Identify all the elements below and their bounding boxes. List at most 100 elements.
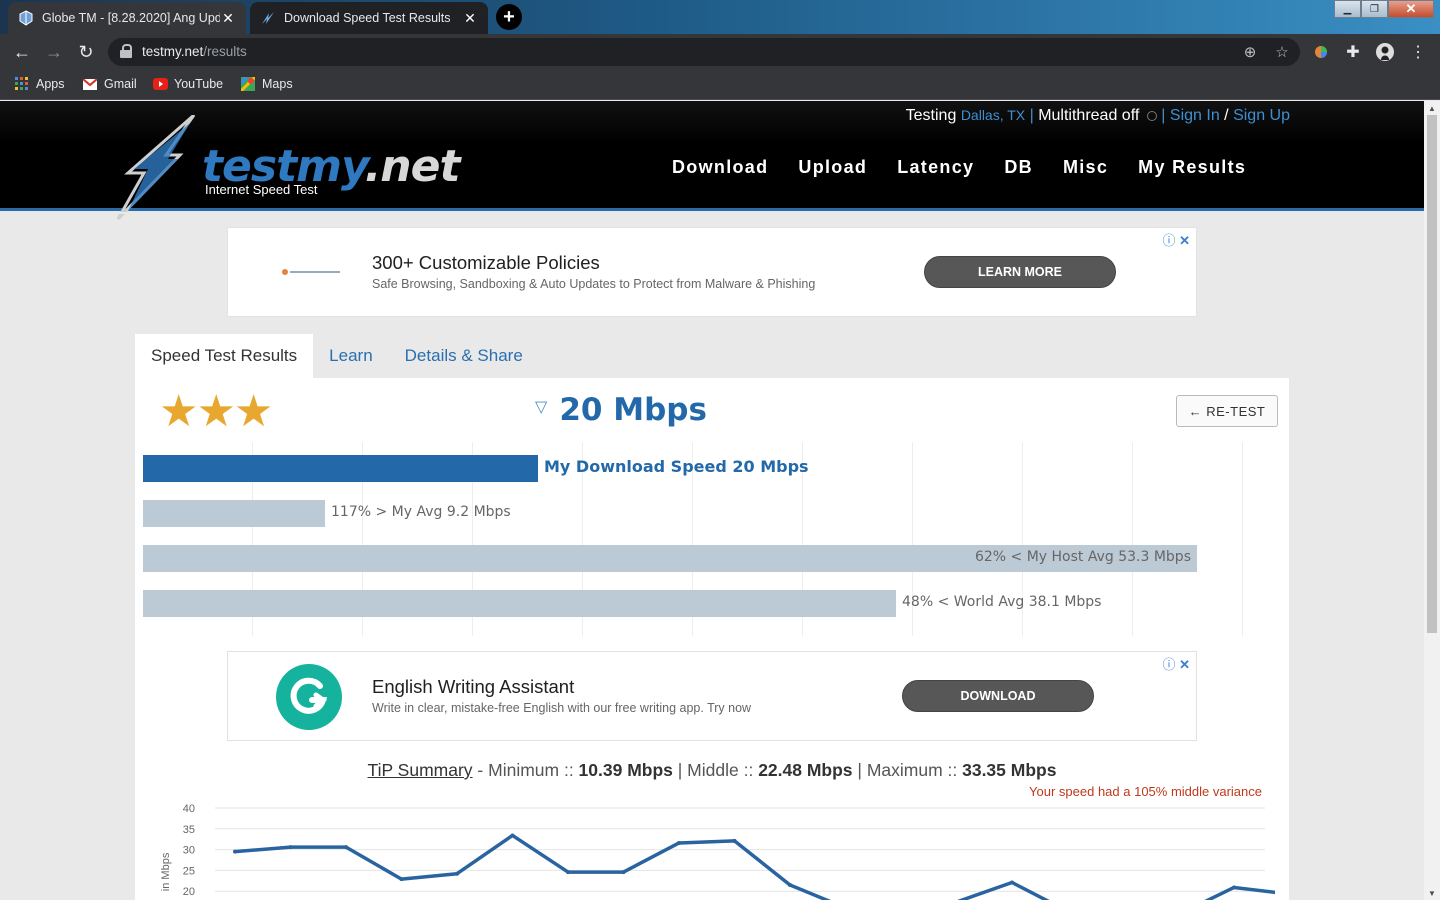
- multithread-status[interactable]: Multithread off: [1038, 107, 1139, 124]
- nav-download[interactable]: Download: [672, 157, 768, 178]
- bookmark-youtube[interactable]: YouTube: [152, 76, 223, 92]
- page-content: Testing Dallas, TX | Multithread off | Si…: [0, 101, 1424, 900]
- nav-misc[interactable]: Misc: [1063, 157, 1108, 178]
- my-speed-bar: [143, 455, 538, 482]
- install-app-icon[interactable]: ⊕: [1240, 42, 1260, 62]
- speed-series-line: [234, 833, 1275, 900]
- bar-label: 48% < World Avg 38.1 Mbps: [902, 594, 1102, 610]
- page-scrollbar[interactable]: ▲ ▼: [1424, 101, 1440, 900]
- comparison-bars: My Download Speed 20 Mbps 117% > My Avg 9…: [143, 442, 1273, 636]
- scrollbar-thumb[interactable]: [1427, 115, 1437, 633]
- data-point[interactable]: [399, 877, 404, 882]
- ad-banner-grammarly[interactable]: English Writing Assistant Write in clear…: [227, 651, 1197, 741]
- new-tab-button[interactable]: +: [496, 4, 522, 30]
- data-point[interactable]: [344, 845, 348, 850]
- bookmark-apps[interactable]: Apps: [14, 76, 65, 92]
- bookmark-label: Gmail: [104, 77, 137, 91]
- tab-title: Download Speed Test Results: [284, 11, 451, 25]
- results-panel: ★★★ ▽ 20 Mbps ← RE-TEST My Download Speed…: [135, 378, 1289, 900]
- logo-tagline: Internet Speed Test: [205, 182, 318, 197]
- profile-avatar[interactable]: [1373, 40, 1397, 64]
- learn-more-button[interactable]: LEARN MORE: [924, 256, 1116, 288]
- scroll-up-icon[interactable]: ▲: [1424, 101, 1440, 115]
- window-controls: ▁ ❐ ✕: [1334, 0, 1434, 18]
- ad-description: Safe Browsing, Sandboxing & Auto Updates…: [372, 277, 816, 291]
- data-point[interactable]: [566, 870, 570, 875]
- tab-globe[interactable]: Globe TM - [8.28.2020] Ang Upd ✕: [8, 2, 246, 34]
- lightning-bolt-icon: [116, 115, 196, 220]
- youtube-icon: [152, 76, 168, 92]
- summary-minimum: 10.39 Mbps: [578, 760, 673, 780]
- download-button[interactable]: DOWNLOAD: [902, 680, 1094, 712]
- url-input[interactable]: testmy.net/results ⊕ ☆: [108, 38, 1300, 66]
- nav-upload[interactable]: Upload: [798, 157, 867, 178]
- ad-title: English Writing Assistant: [372, 676, 575, 697]
- y-tick-label: 20: [183, 886, 195, 898]
- sign-in-link[interactable]: Sign In: [1170, 107, 1220, 124]
- summary-maximum: 33.35 Mbps: [962, 760, 1057, 780]
- bookmark-label: YouTube: [174, 77, 224, 91]
- data-point[interactable]: [1232, 885, 1236, 890]
- comparison-bar: [143, 590, 896, 617]
- bar-label: 62% < My Host Avg 53.3 Mbps: [974, 549, 1191, 565]
- slash-separator: /: [1224, 107, 1229, 124]
- bookmark-star-icon[interactable]: ☆: [1272, 42, 1292, 62]
- tab-title: Globe TM - [8.28.2020] Ang Upd: [42, 11, 220, 25]
- nav-latency[interactable]: Latency: [897, 157, 974, 178]
- data-point[interactable]: [233, 849, 237, 854]
- reload-icon[interactable]: ↻: [74, 40, 98, 64]
- menu-kebab-icon[interactable]: ⋮: [1406, 40, 1430, 64]
- lock-icon: [120, 44, 132, 58]
- bookmark-label: Apps: [36, 77, 65, 91]
- extensions-puzzle-icon[interactable]: ✚: [1341, 40, 1365, 64]
- tab-testmy[interactable]: Download Speed Test Results ✕: [250, 2, 488, 34]
- scroll-down-icon[interactable]: ▼: [1424, 886, 1440, 900]
- data-point[interactable]: [1010, 880, 1014, 885]
- data-point[interactable]: [288, 845, 293, 850]
- retest-button[interactable]: ← RE-TEST: [1176, 395, 1278, 427]
- header-topline: Testing Dallas, TX | Multithread off | Si…: [905, 107, 1290, 124]
- testmy-favicon-icon: [260, 10, 276, 26]
- chevron-down-icon[interactable]: ▽: [535, 397, 547, 416]
- site-header: Testing Dallas, TX | Multithread off | Si…: [0, 101, 1424, 220]
- minimize-icon[interactable]: ▁: [1334, 0, 1361, 18]
- browser-titlebar: Globe TM - [8.28.2020] Ang Upd ✕ Downloa…: [0, 0, 1440, 34]
- url-host: testmy.net: [142, 44, 204, 59]
- maximize-icon[interactable]: ❐: [1361, 0, 1388, 18]
- bookmark-gmail[interactable]: Gmail: [82, 76, 137, 92]
- back-arrow-icon[interactable]: ←: [10, 40, 34, 64]
- data-point[interactable]: [788, 882, 792, 887]
- site-logo[interactable]: testmy.net Internet Speed Test: [108, 115, 461, 220]
- data-point[interactable]: [621, 870, 626, 875]
- tab-speed-test-results[interactable]: Speed Test Results: [135, 334, 314, 378]
- tab-close-icon[interactable]: ✕: [220, 10, 236, 27]
- sign-up-link[interactable]: Sign Up: [1233, 107, 1290, 124]
- nav-my-results[interactable]: My Results: [1138, 157, 1246, 178]
- adchoices-icon[interactable]: ⓘ ✕: [1162, 230, 1190, 249]
- bookmark-label: Maps: [262, 77, 293, 91]
- tip-summary-link[interactable]: TiP Summary: [368, 760, 473, 780]
- data-point[interactable]: [455, 871, 459, 876]
- apps-grid-icon: [14, 76, 30, 92]
- ad-title: 300+ Customizable Policies: [372, 252, 600, 273]
- window-close-icon[interactable]: ✕: [1388, 0, 1434, 18]
- tab-close-icon[interactable]: ✕: [462, 10, 478, 27]
- extension-colorful-icon[interactable]: [1309, 40, 1333, 64]
- y-tick-label: 40: [183, 803, 195, 815]
- ad-banner-policies[interactable]: 300+ Customizable Policies Safe Browsing…: [227, 227, 1197, 317]
- data-point[interactable]: [510, 833, 515, 838]
- multithread-toggle-icon[interactable]: [1147, 111, 1158, 121]
- bookmark-maps[interactable]: Maps: [240, 76, 293, 92]
- location-link[interactable]: Dallas, TX: [961, 107, 1025, 123]
- data-point[interactable]: [677, 840, 681, 845]
- adchoices-icon[interactable]: ⓘ ✕: [1162, 654, 1190, 673]
- tab-details-share[interactable]: Details & Share: [389, 334, 539, 378]
- y-axis-label: in Mbps: [160, 852, 172, 891]
- advertiser-logo-icon: [282, 269, 340, 275]
- y-tick-label: 30: [183, 845, 195, 857]
- data-point[interactable]: [732, 838, 737, 843]
- tip-summary: TiP Summary - Minimum :: 10.39 Mbps | Mi…: [367, 760, 1057, 780]
- nav-db[interactable]: DB: [1004, 157, 1033, 178]
- tab-learn[interactable]: Learn: [313, 334, 388, 378]
- forward-arrow-icon[interactable]: →: [42, 40, 66, 64]
